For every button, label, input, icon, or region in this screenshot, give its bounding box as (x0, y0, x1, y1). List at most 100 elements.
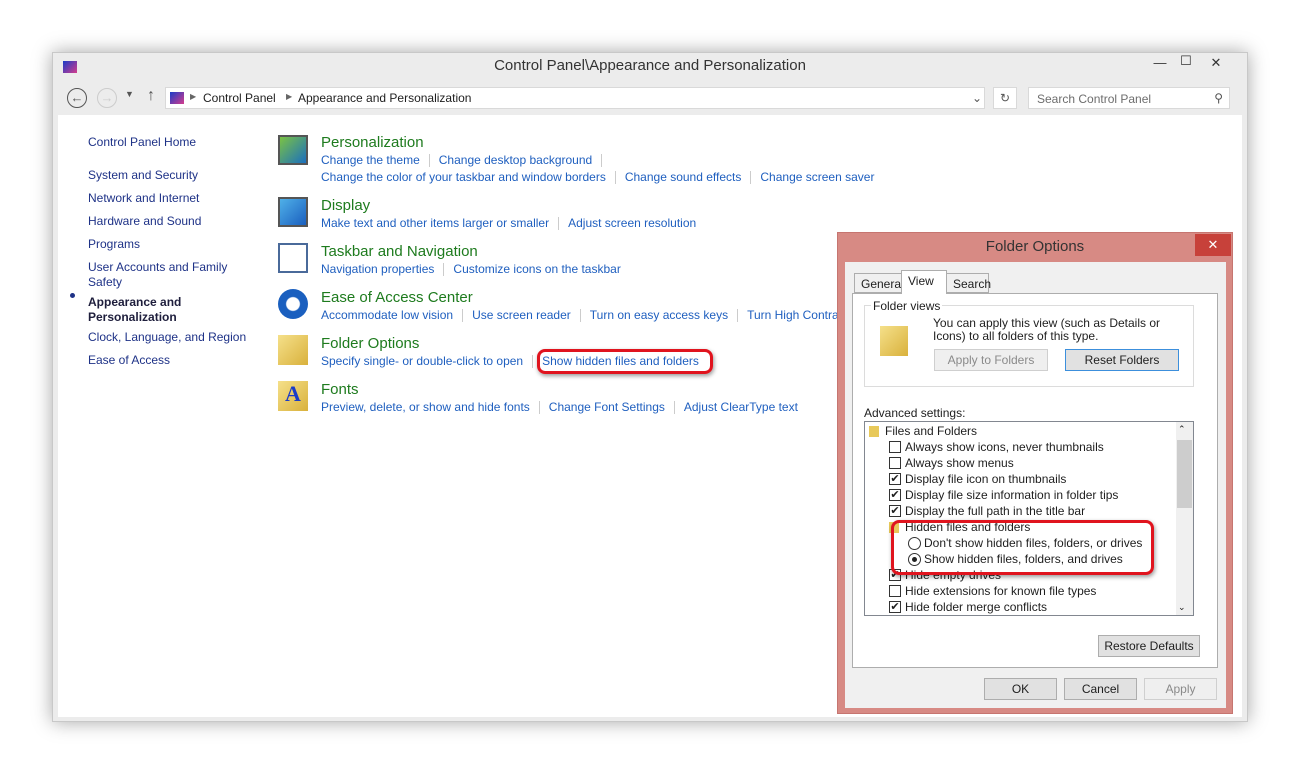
sidebar-item-hardware[interactable]: Hardware and Sound (88, 214, 201, 229)
restore-defaults-button[interactable]: Restore Defaults (1098, 635, 1200, 657)
link[interactable]: Navigation properties (321, 262, 434, 276)
tab-general[interactable]: General (854, 273, 904, 293)
back-button[interactable]: ← (67, 88, 87, 108)
chevron-right-icon: ▶ (286, 92, 293, 101)
sidebar-item-programs[interactable]: Programs (88, 237, 140, 252)
sidebar-item-home[interactable]: Control Panel Home (88, 135, 196, 150)
control-panel-icon (170, 92, 184, 104)
checkbox[interactable] (889, 585, 901, 597)
scrollbar-thumb[interactable] (1177, 440, 1192, 508)
folder-views-label: Folder views (871, 299, 943, 313)
tab-search[interactable]: Search (946, 273, 991, 293)
refresh-button[interactable]: ↻ (993, 87, 1017, 109)
link[interactable]: Make text and other items larger or smal… (321, 216, 549, 230)
ok-button[interactable]: OK (984, 678, 1057, 700)
scrollbar[interactable]: ⌃ ⌄ (1176, 422, 1193, 615)
scroll-down-icon[interactable]: ⌄ (1178, 602, 1186, 613)
setting-folder[interactable]: Files and Folders (869, 423, 978, 439)
display-icon (278, 197, 308, 227)
checkbox[interactable] (889, 441, 901, 453)
category-title[interactable]: Fonts (321, 381, 798, 399)
up-button[interactable]: ↑ (147, 87, 155, 105)
setting-check[interactable]: Hide extensions for known file types (889, 583, 1097, 599)
ease-of-access-icon (278, 289, 308, 319)
navigation-bar: ← → ▼ ↑ ▶ Control Panel ▶ Appearance and… (53, 81, 1247, 115)
highlight-annotation (537, 349, 713, 374)
reset-folders-button[interactable]: Reset Folders (1065, 349, 1179, 371)
link[interactable]: Specify single- or double-click to open (321, 354, 523, 368)
link[interactable]: Change the theme (321, 153, 420, 167)
category-title[interactable]: Personalization (321, 134, 874, 152)
breadcrumb-appearance[interactable]: Appearance and Personalization (298, 91, 471, 105)
sidebar-item-clock[interactable]: Clock, Language, and Region (88, 330, 246, 345)
link[interactable]: Change desktop background (439, 153, 592, 167)
link[interactable]: Customize icons on the taskbar (453, 262, 620, 276)
folder-views-text: You can apply this view (such as Details… (933, 316, 1161, 343)
sidebar-item-system-security[interactable]: System and Security (88, 168, 198, 183)
setting-check[interactable]: ✔ Display file size information in folder… (889, 487, 1119, 503)
setting-label: Hide extensions for known file types (905, 584, 1097, 598)
sidebar-item-user-accounts[interactable]: User Accounts and Family Safety (88, 260, 238, 290)
advanced-settings-list[interactable]: Files and Folders Always show icons, neve… (864, 421, 1194, 616)
scroll-up-icon[interactable]: ⌃ (1178, 424, 1186, 435)
category-fonts: Fonts Preview, delete, or show and hide … (321, 381, 798, 416)
setting-label: Files and Folders (885, 424, 978, 438)
setting-check[interactable]: ✔ Display the full path in the title bar (889, 503, 1085, 519)
category-title[interactable]: Taskbar and Navigation (321, 243, 621, 261)
search-input[interactable]: Search Control Panel ⚲ (1028, 87, 1230, 109)
setting-label: Hide folder merge conflicts (905, 600, 1048, 614)
checkbox[interactable]: ✔ (889, 601, 901, 613)
checkbox[interactable] (889, 457, 901, 469)
highlight-annotation (891, 520, 1154, 575)
forward-button[interactable]: → (97, 88, 117, 108)
checkbox[interactable]: ✔ (889, 489, 901, 501)
link[interactable]: Change Font Settings (549, 400, 665, 414)
search-placeholder: Search Control Panel (1037, 92, 1152, 106)
tab-view[interactable]: View (901, 270, 947, 294)
checkbox[interactable]: ✔ (889, 473, 901, 485)
link[interactable]: Change screen saver (760, 170, 874, 184)
setting-check[interactable]: Always show icons, never thumbnails (889, 439, 1104, 455)
fonts-icon: A (278, 381, 308, 411)
setting-label: Display file icon on thumbnails (905, 472, 1067, 486)
folder-views-group: Folder views You can apply this view (su… (864, 299, 1194, 387)
link[interactable]: Accommodate low vision (321, 308, 453, 322)
link[interactable]: Use screen reader (472, 308, 571, 322)
recent-dropdown-icon[interactable]: ▼ (125, 89, 134, 99)
category-title[interactable]: Ease of Access Center (321, 289, 895, 307)
link[interactable]: Preview, delete, or show and hide fonts (321, 400, 530, 414)
dialog-close-button[interactable]: ✕ (1195, 234, 1231, 256)
link[interactable]: Adjust ClearType text (684, 400, 798, 414)
category-personalization: Personalization Change the theme Change d… (321, 134, 874, 186)
setting-check[interactable]: ✔ Display file icon on thumbnails (889, 471, 1067, 487)
link[interactable]: Adjust screen resolution (568, 216, 696, 230)
setting-check[interactable]: Always show menus (889, 455, 1014, 471)
category-title[interactable]: Display (321, 197, 696, 215)
view-tab-panel: Folder views You can apply this view (su… (852, 293, 1218, 668)
address-bar[interactable]: ▶ Control Panel ▶ Appearance and Persona… (165, 87, 985, 109)
sidebar-item-ease-of-access[interactable]: Ease of Access (88, 353, 170, 368)
close-button[interactable]: ✕ (1203, 55, 1229, 75)
sidebar-item-network[interactable]: Network and Internet (88, 191, 199, 206)
checkbox[interactable]: ✔ (889, 505, 901, 517)
link[interactable]: Change the color of your taskbar and win… (321, 170, 606, 184)
folder-options-icon (278, 335, 308, 365)
dialog-body: General View Search Folder views You can… (845, 262, 1226, 708)
apply-to-folders-button[interactable]: Apply to Folders (934, 349, 1048, 371)
setting-label: Always show icons, never thumbnails (905, 440, 1104, 454)
minimize-button[interactable]: — (1147, 55, 1173, 75)
setting-label: Display file size information in folder … (905, 488, 1119, 502)
address-dropdown-icon[interactable]: ⌄ (972, 91, 982, 105)
link[interactable]: Change sound effects (625, 170, 742, 184)
breadcrumb-control-panel[interactable]: Control Panel (203, 91, 276, 105)
folder-view-icon (880, 326, 908, 356)
link[interactable]: Turn on easy access keys (590, 308, 728, 322)
sidebar-item-appearance[interactable]: Appearance and Personalization (88, 295, 198, 325)
taskbar-icon (278, 243, 308, 273)
apply-button[interactable]: Apply (1144, 678, 1217, 700)
cancel-button[interactable]: Cancel (1064, 678, 1137, 700)
setting-check[interactable]: ✔ Hide folder merge conflicts (889, 599, 1048, 615)
active-bullet (70, 293, 75, 298)
maximize-button[interactable]: ☐ (1173, 53, 1199, 73)
personalization-icon (278, 135, 308, 165)
